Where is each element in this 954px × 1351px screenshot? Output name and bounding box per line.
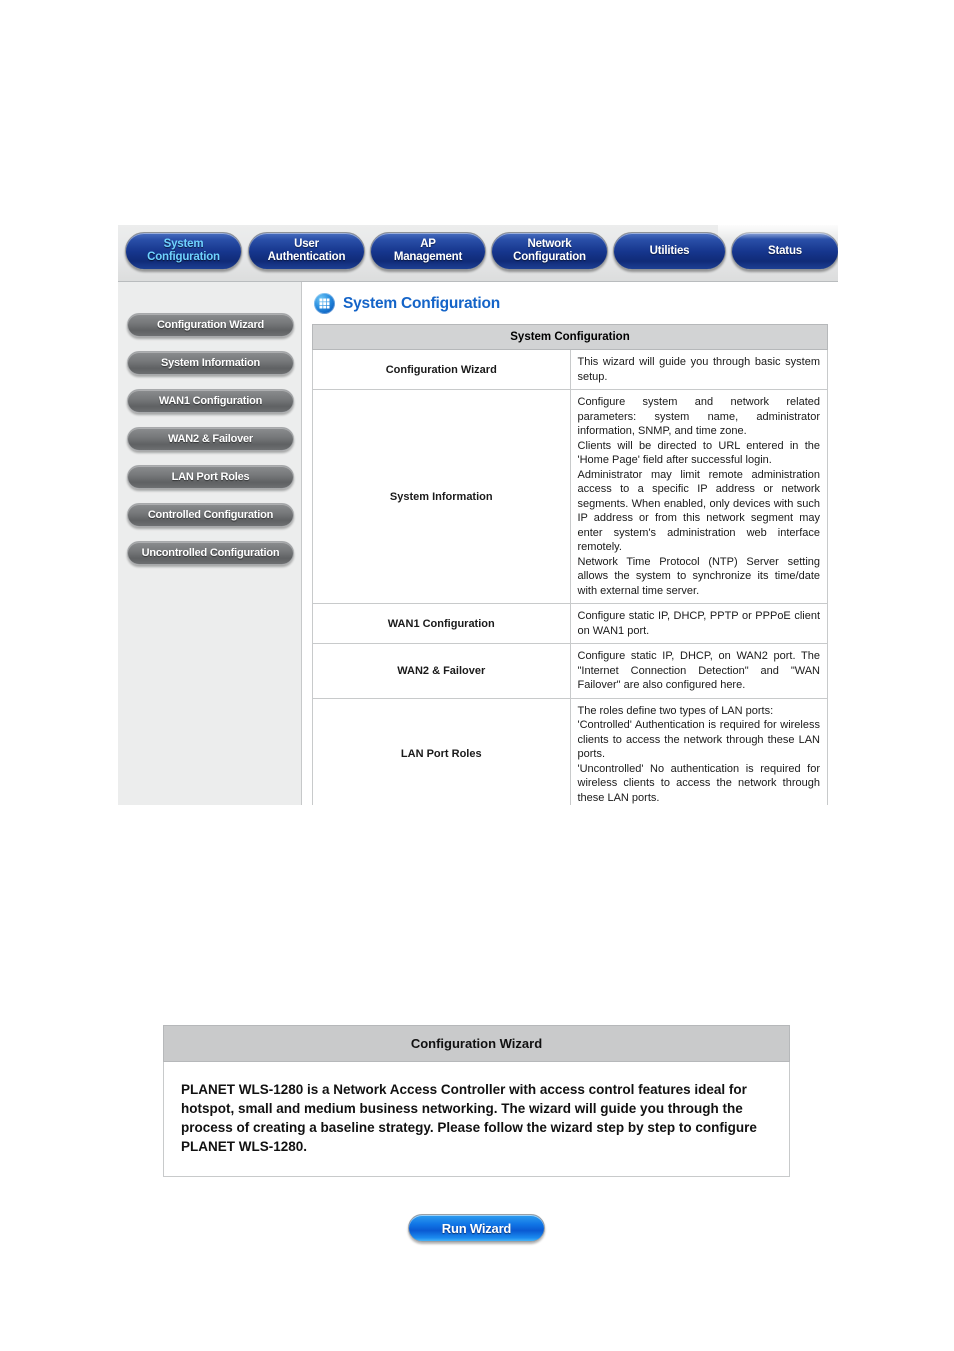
- page-heading: System Configuration: [314, 293, 828, 314]
- sidebar-item-label: System Information: [160, 357, 261, 369]
- sidebar-item-label: Controlled Configuration: [147, 509, 274, 521]
- tab-ap-management[interactable]: AP Management: [370, 232, 486, 270]
- run-wizard-button[interactable]: Run Wizard: [408, 1214, 545, 1242]
- sidebar-item-label: LAN Port Roles: [171, 471, 250, 483]
- sidebar-item-wan2-failover[interactable]: WAN2 & Failover: [127, 427, 294, 451]
- row-name: LAN Port Roles: [312, 697, 571, 805]
- table-row: WAN1 Configuration Configure static IP, …: [312, 603, 828, 644]
- tab-label: System Configuration: [147, 238, 220, 263]
- tab-label: Network Configuration: [513, 238, 586, 263]
- row-name: Configuration Wizard: [312, 349, 571, 390]
- sidebar-menu: Configuration Wizard System Information …: [118, 282, 302, 805]
- sidebar-item-controlled-configuration[interactable]: Controlled Configuration: [127, 503, 294, 527]
- sidebar-item-label: WAN1 Configuration: [158, 395, 263, 407]
- tab-user-authentication[interactable]: User Authentication: [248, 232, 365, 270]
- sidebar-item-lan-port-roles[interactable]: LAN Port Roles: [127, 465, 294, 489]
- tab-utilities[interactable]: Utilities: [613, 232, 726, 270]
- row-name: WAN1 Configuration: [312, 603, 571, 644]
- row-description: Configure static IP, DHCP, on WAN2 port.…: [569, 643, 828, 699]
- run-wizard-button-row: Run Wizard: [163, 1214, 790, 1242]
- sidebar-item-label: Configuration Wizard: [156, 319, 265, 331]
- device-admin-window: System Configuration User Authentication…: [118, 225, 838, 805]
- table-header-label: System Configuration: [312, 324, 828, 350]
- page-title: System Configuration: [343, 294, 501, 312]
- row-description: This wizard will guide you through basic…: [569, 349, 828, 390]
- globe-grid-icon: [314, 293, 335, 314]
- row-description: Configure system and network related par…: [569, 389, 828, 604]
- tab-label: Utilities: [649, 244, 690, 257]
- sidebar-item-uncontrolled-configuration[interactable]: Uncontrolled Configuration: [127, 541, 294, 565]
- tab-label: AP Management: [393, 238, 463, 263]
- wizard-panel-header: Configuration Wizard: [163, 1025, 790, 1062]
- wizard-panel-description: PLANET WLS-1280 is a Network Access Cont…: [163, 1062, 790, 1177]
- main-tab-bar: System Configuration User Authentication…: [118, 225, 838, 282]
- tab-label: Status: [768, 244, 802, 257]
- row-description: The roles define two types of LAN ports:…: [569, 697, 828, 805]
- tab-status[interactable]: Status: [731, 232, 838, 270]
- row-name: WAN2 & Failover: [312, 643, 571, 699]
- tab-network-configuration[interactable]: Network Configuration: [491, 232, 608, 270]
- table-header-row: System Configuration: [312, 324, 828, 350]
- app-body: Configuration Wizard System Information …: [118, 282, 838, 805]
- tab-system-configuration[interactable]: System Configuration: [125, 232, 242, 270]
- sidebar-item-system-information[interactable]: System Information: [127, 351, 294, 375]
- sidebar-item-wan1-configuration[interactable]: WAN1 Configuration: [127, 389, 294, 413]
- sidebar-item-label: WAN2 & Failover: [167, 433, 254, 445]
- table-row: Configuration Wizard This wizard will gu…: [312, 349, 828, 390]
- table-row: System Information Configure system and …: [312, 389, 828, 604]
- row-name: System Information: [312, 389, 571, 604]
- table-row: WAN2 & Failover Configure static IP, DHC…: [312, 643, 828, 699]
- run-wizard-button-label: Run Wizard: [441, 1220, 512, 1236]
- content-pane: System Configuration System Configuratio…: [302, 282, 838, 805]
- table-row: LAN Port Roles The roles define two type…: [312, 697, 828, 805]
- sidebar-item-label: Uncontrolled Configuration: [141, 547, 280, 559]
- tab-label: User Authentication: [267, 238, 346, 263]
- configuration-wizard-panel: Configuration Wizard PLANET WLS-1280 is …: [163, 1025, 790, 1242]
- row-description: Configure static IP, DHCP, PPTP or PPPoE…: [569, 603, 828, 644]
- sidebar-item-configuration-wizard[interactable]: Configuration Wizard: [127, 313, 294, 337]
- system-configuration-table: System Configuration Configuration Wizar…: [312, 324, 828, 805]
